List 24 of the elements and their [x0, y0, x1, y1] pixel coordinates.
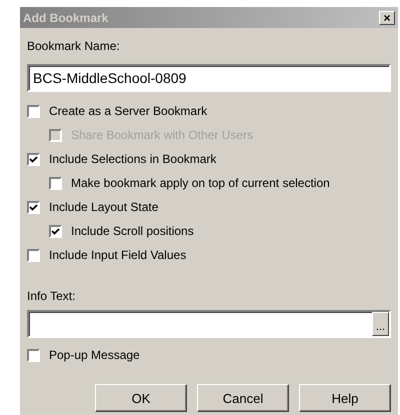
checkbox-label: Create as a Server Bookmark: [49, 104, 208, 118]
checkbox-label: Include Scroll positions: [71, 224, 194, 238]
checkbox-label: Include Input Field Values: [49, 248, 186, 262]
input-field[interactable]: BCS-MiddleSchool-0809: [27, 64, 391, 92]
dialog-button[interactable]: Cancel: [197, 384, 289, 412]
checkbox[interactable]: [27, 248, 40, 262]
checkbox[interactable]: [27, 348, 40, 362]
checkbox-label: Pop-up Message: [49, 348, 140, 362]
checkbox-label: Include Selections in Bookmark: [49, 152, 216, 166]
checkbox-label: Include Layout State: [49, 200, 158, 214]
checkbox[interactable]: [27, 200, 40, 214]
checkbox[interactable]: [49, 176, 62, 190]
dialog-button[interactable]: OK: [95, 384, 187, 412]
close-button[interactable]: ×: [379, 10, 395, 24]
window-title: Add Bookmark: [23, 10, 108, 24]
field-label: Bookmark Name:: [27, 38, 121, 54]
checkbox-label: Make bookmark apply on top of current selection: [71, 176, 330, 190]
input-field[interactable]: ...: [27, 310, 391, 338]
checkbox[interactable]: [27, 152, 40, 166]
browse-button[interactable]: ...: [372, 312, 389, 336]
dialog-button[interactable]: Help: [299, 384, 391, 412]
checkbox[interactable]: [27, 104, 40, 118]
checkbox[interactable]: [49, 224, 62, 238]
field-label: Info Text:: [27, 288, 76, 304]
